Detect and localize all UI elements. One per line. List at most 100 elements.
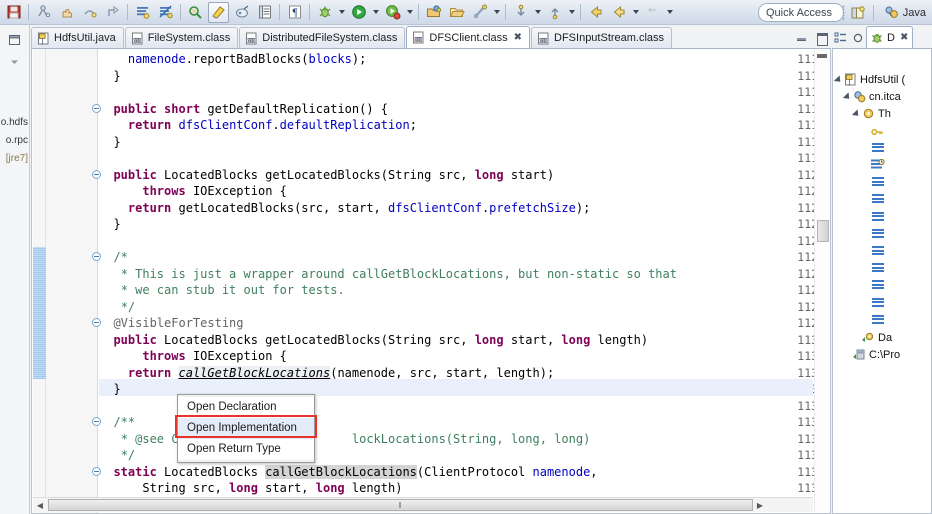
outline-tab[interactable]: D ✖	[866, 26, 914, 48]
history-dropdown-arrow-icon[interactable]	[664, 2, 675, 23]
editor-tab-distributedfilesystem-class[interactable]: 010 DistributedFileSystem.class	[239, 27, 406, 48]
code-line[interactable]: * This is just a wrapper around callGetB…	[99, 266, 677, 283]
toggle-breakpoint-icon[interactable]	[132, 2, 153, 23]
outline-row[interactable]: cn.itca	[833, 88, 901, 105]
code-line[interactable]: */	[99, 447, 135, 464]
outline-row[interactable]	[833, 174, 887, 191]
history-icon[interactable]	[642, 2, 663, 23]
vertical-scrollbar[interactable]	[814, 50, 829, 512]
editor-tab-filesystem-class[interactable]: 010 FileSystem.class	[124, 27, 239, 48]
outline-row[interactable]	[833, 209, 887, 226]
close-icon[interactable]: ✖	[514, 32, 522, 43]
code-line[interactable]: @VisibleForTesting	[99, 315, 243, 332]
stub-item-jre7[interactable]: [jre7]	[0, 153, 30, 164]
code-line[interactable]: String src, long start, long length)	[99, 480, 402, 497]
terminate-icon[interactable]	[56, 2, 77, 23]
previous-annotation-icon[interactable]	[510, 2, 531, 23]
forward-icon[interactable]	[608, 2, 629, 23]
code-line[interactable]: static LocatedBlocks callGetBlockLocatio…	[99, 464, 598, 481]
search-wand-icon[interactable]	[469, 2, 490, 23]
code-line[interactable]: public LocatedBlocks getLocatedBlocks(St…	[99, 332, 648, 349]
outline-row[interactable]	[833, 123, 887, 140]
code-line[interactable]: }	[99, 68, 120, 85]
close-icon[interactable]: ✖	[900, 32, 908, 43]
minimize-icon[interactable]	[795, 31, 808, 44]
editor-tab-dfsclient-class[interactable]: 010 DFSClient.class ✖	[406, 26, 531, 48]
back-icon[interactable]	[585, 2, 606, 23]
stub-item-rpc[interactable]: o.rpc	[0, 135, 30, 146]
quick-access-input[interactable]: Quick Access	[758, 3, 844, 22]
coverage-dropdown-arrow-icon[interactable]	[404, 2, 415, 23]
code-line[interactable]: /**	[99, 414, 135, 431]
prev-annotation-dropdown-arrow-icon[interactable]	[532, 2, 543, 23]
step-over-icon[interactable]	[79, 2, 100, 23]
outline-row[interactable]	[833, 140, 887, 157]
next-annotation-dropdown-arrow-icon[interactable]	[566, 2, 577, 23]
code-line[interactable]: */	[99, 299, 135, 316]
debug-icon[interactable]	[314, 2, 335, 23]
editor-tab-dfsinputstream-class[interactable]: 010 DFSInputStream.class	[531, 27, 673, 48]
open-task-icon[interactable]	[254, 2, 275, 23]
run-icon[interactable]	[348, 2, 369, 23]
outline-tree[interactable]: J HdfsUtil (cn.itca Th Da C:\Pro	[832, 49, 932, 514]
editor-tab-hdfsutil-java[interactable]: J HdfsUtil.java	[31, 27, 124, 48]
menu-item-open-implementation[interactable]: Open Implementation	[178, 418, 314, 439]
debug-dropdown-arrow-icon[interactable]	[336, 2, 347, 23]
maximize-icon[interactable]	[815, 31, 828, 46]
stub-item-hdfs[interactable]: o.hdfs	[0, 117, 30, 128]
outline-row[interactable]	[833, 226, 887, 243]
forward-dropdown-arrow-icon[interactable]	[630, 2, 641, 23]
view-menu-chevron-icon[interactable]	[0, 51, 28, 73]
outline-row[interactable]	[833, 243, 887, 260]
outline-row[interactable]	[833, 295, 887, 312]
horizontal-scrollbar[interactable]: ◀ ‖ ▶	[33, 497, 813, 512]
vertical-scrollbar-thumb[interactable]	[817, 220, 829, 242]
debug-last-icon[interactable]	[33, 2, 54, 23]
outline-row[interactable]	[833, 157, 887, 174]
menu-item-open-return-type[interactable]: Open Return Type	[178, 439, 314, 460]
collapse-all-icon[interactable]	[832, 28, 849, 48]
code-line[interactable]: throws IOException {	[99, 348, 287, 365]
code-line[interactable]: namenode.reportBadBlocks(blocks);	[99, 51, 366, 68]
code-line[interactable]: return callGetBlockLocations(namenode, s…	[99, 365, 554, 382]
code-line[interactable]: public short getDefaultReplication() {	[99, 101, 388, 118]
outline-row[interactable]: C:\Pro	[833, 346, 900, 363]
outline-row[interactable]	[833, 191, 887, 208]
hide-fields-icon[interactable]	[849, 28, 866, 48]
coverage-icon[interactable]	[382, 2, 403, 23]
horizontal-scrollbar-thumb[interactable]: ‖	[48, 499, 753, 511]
expand-arrow-icon[interactable]	[842, 92, 853, 102]
restore-view-icon[interactable]	[0, 29, 28, 51]
menu-item-open-declaration[interactable]: Open Declaration	[178, 397, 314, 418]
expand-arrow-icon[interactable]	[851, 109, 862, 119]
pilcrow-icon[interactable]: ¶	[284, 2, 305, 23]
scroll-right-arrow-icon[interactable]: ▶	[753, 499, 767, 512]
outline-row[interactable]: Da	[833, 329, 892, 346]
code-line[interactable]: return getLocatedBlocks(src, start, dfsC…	[99, 200, 590, 217]
skip-breakpoints-icon[interactable]	[155, 2, 176, 23]
code-line[interactable]: public LocatedBlocks getLocatedBlocks(St…	[99, 167, 554, 184]
new-folder-icon[interactable]	[423, 2, 444, 23]
outline-row[interactable]	[833, 277, 887, 294]
overview-marker[interactable]	[817, 54, 827, 58]
expand-arrow-icon[interactable]	[833, 74, 844, 85]
code-line[interactable]: /*	[99, 249, 127, 266]
open-folder-icon[interactable]	[446, 2, 467, 23]
context-menu[interactable]: Open Declaration Open Implementation Ope…	[177, 394, 315, 463]
code-line[interactable]: * we can stub it out for tests.	[99, 282, 345, 299]
outline-row[interactable]	[833, 260, 887, 277]
save-icon[interactable]	[3, 2, 24, 23]
next-annotation-icon[interactable]	[544, 2, 565, 23]
run-dropdown-arrow-icon[interactable]	[370, 2, 381, 23]
code-line[interactable]: }	[99, 216, 120, 233]
search-dropdown-arrow-icon[interactable]	[491, 2, 502, 23]
code-line[interactable]: return dfsClientConf.defaultReplication;	[99, 117, 417, 134]
scroll-left-arrow-icon[interactable]: ◀	[33, 499, 47, 512]
code-editor[interactable]: 1113 1114 1115 1116 1117 1118 1119 1120 1121 1122…	[31, 49, 831, 514]
toggle-mark-occurrences-icon[interactable]	[208, 1, 229, 23]
code-line[interactable]: * @see C lockLocations(String, long, lon…	[99, 431, 591, 448]
step-return-icon[interactable]	[102, 2, 123, 23]
external-tools-icon[interactable]	[231, 2, 252, 23]
open-perspective-icon[interactable]	[850, 3, 867, 23]
code-line[interactable]: }	[99, 134, 120, 151]
